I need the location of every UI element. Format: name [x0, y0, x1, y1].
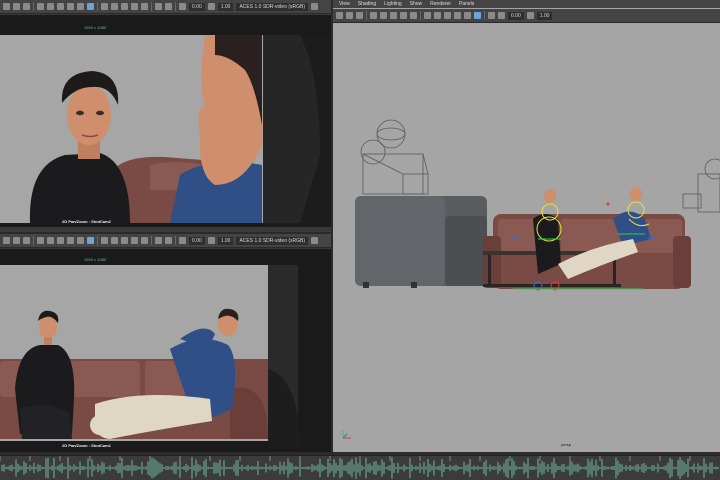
field-chart-icon[interactable]	[87, 3, 94, 10]
gamma-field[interactable]: 1.00	[217, 2, 234, 11]
gate-mask-icon[interactable]	[77, 3, 84, 10]
wireframe-icon[interactable]	[101, 237, 108, 244]
shadows-icon[interactable]	[141, 237, 148, 244]
lights-icon[interactable]	[454, 12, 461, 19]
menu-show[interactable]: Show	[410, 1, 423, 7]
resolution-gate-label: 1920 x 1080	[84, 25, 107, 30]
menu-renderer[interactable]: Renderer	[430, 1, 451, 7]
exposure-icon[interactable]	[179, 3, 186, 10]
select-camera-icon[interactable]	[3, 3, 10, 10]
viewport-panel-shotcam2[interactable]: 0.00 1.00 ACES 1.0 SDR-video (sRGB) 1920…	[0, 0, 331, 232]
audio-waveform	[0, 456, 719, 479]
isolate-icon[interactable]	[165, 237, 172, 244]
persp-viewport[interactable]: persp	[333, 24, 720, 452]
shotcam2-render	[0, 15, 331, 227]
resolution-gate-icon[interactable]	[67, 3, 74, 10]
isolate-icon[interactable]	[488, 12, 495, 19]
xray-icon[interactable]	[155, 237, 162, 244]
exposure-icon[interactable]	[498, 12, 505, 19]
gamma-icon[interactable]	[526, 12, 534, 19]
grid-icon[interactable]	[47, 237, 54, 244]
xray-joints-icon[interactable]	[474, 12, 481, 19]
shotcam1-render	[0, 249, 331, 452]
shadows-icon[interactable]	[464, 12, 471, 19]
textured-icon[interactable]	[444, 12, 451, 19]
camera-attributes-icon[interactable]	[13, 3, 20, 10]
camera-attributes-icon[interactable]	[13, 237, 20, 244]
viewport-panel-persp[interactable]: View Shading Lighting Show Renderer Pane…	[333, 0, 720, 452]
resolution-gate-icon[interactable]	[67, 237, 74, 244]
grid-icon[interactable]	[380, 12, 387, 19]
camera-name-label: persp	[561, 442, 572, 447]
camera-wireframe-icon	[682, 158, 720, 213]
wireframe-icon[interactable]	[101, 3, 108, 10]
film-gate-icon[interactable]	[57, 237, 64, 244]
camera-name-label: 2D Pan/Zoom : ShotCam1	[62, 443, 111, 448]
exposure-icon[interactable]	[179, 237, 186, 244]
select-camera-icon[interactable]	[3, 237, 10, 244]
bookmark-icon[interactable]	[356, 12, 363, 19]
film-gate-icon[interactable]	[57, 3, 64, 10]
textured-icon[interactable]	[121, 237, 128, 244]
panel-toolbar: 0.00 1.00	[333, 9, 720, 23]
panel-toolbar: 0.00 1.00 ACES 1.0 SDR-video (sRGB)	[0, 234, 331, 248]
lights-icon[interactable]	[131, 237, 138, 244]
persp-render	[342, 119, 720, 439]
panel-toolbar: 0.00 1.00 ACES 1.0 SDR-video (sRGB)	[0, 0, 331, 14]
smooth-shade-icon[interactable]	[111, 3, 118, 10]
menu-shading[interactable]: Shading	[358, 1, 376, 7]
colorspace-select[interactable]: ACES 1.0 SDR-video (sRGB)	[236, 236, 309, 245]
viewport-panel-shotcam1[interactable]: 0.00 1.00 ACES 1.0 SDR-video (sRGB) 1920…	[0, 234, 331, 452]
wireframe-icon[interactable]	[424, 12, 431, 19]
bookmark-icon[interactable]	[23, 237, 30, 244]
resolution-gate-label: 1920 x 1080	[84, 257, 107, 262]
exposure-field[interactable]: 0.00	[189, 236, 205, 245]
shotcam1-viewport[interactable]: 1920 x 1080 2D Pan/Zoom : ShotCam1	[0, 249, 331, 452]
smooth-shade-icon[interactable]	[434, 12, 441, 19]
axis-gizmo-icon	[342, 430, 351, 439]
panel-layout-icon[interactable]	[311, 3, 319, 10]
field-chart-icon[interactable]	[87, 237, 94, 244]
gamma-icon[interactable]	[207, 237, 215, 244]
textured-icon[interactable]	[121, 3, 128, 10]
camera-wireframe-icon	[360, 119, 429, 195]
gamma-icon[interactable]	[207, 3, 215, 10]
menu-panels[interactable]: Panels	[459, 1, 474, 7]
xray-icon[interactable]	[155, 3, 162, 10]
shotcam2-viewport[interactable]: 1920 x 1080 2D Pan/Zoom : ShotCam2	[0, 15, 331, 227]
bookmark-icon[interactable]	[23, 3, 30, 10]
gamma-field[interactable]: 1.00	[217, 236, 234, 245]
camera-attributes-icon[interactable]	[346, 12, 353, 19]
gate-mask-icon[interactable]	[77, 237, 84, 244]
resolution-gate-icon[interactable]	[400, 12, 407, 19]
image-plane-icon[interactable]	[37, 3, 44, 10]
camera-name-label: 2D Pan/Zoom : ShotCam2	[62, 219, 111, 224]
timeline-waveform[interactable]	[0, 455, 720, 480]
image-plane-icon[interactable]	[370, 12, 377, 19]
image-plane-icon[interactable]	[37, 237, 44, 244]
gamma-field[interactable]: 1.00	[536, 11, 553, 20]
menu-lighting[interactable]: Lighting	[384, 1, 402, 7]
isolate-icon[interactable]	[165, 3, 172, 10]
lights-icon[interactable]	[131, 3, 138, 10]
shadows-icon[interactable]	[141, 3, 148, 10]
colorspace-select[interactable]: ACES 1.0 SDR-video (sRGB)	[236, 2, 309, 11]
smooth-shade-icon[interactable]	[111, 237, 118, 244]
panel-layout-icon[interactable]	[311, 237, 319, 244]
panel-menubar: View Shading Lighting Show Renderer Pane…	[333, 0, 720, 8]
grid-icon[interactable]	[47, 3, 54, 10]
menu-view[interactable]: View	[339, 1, 350, 7]
select-camera-icon[interactable]	[336, 12, 343, 19]
gate-mask-icon[interactable]	[410, 12, 417, 19]
exposure-field[interactable]: 0.00	[508, 11, 524, 20]
film-gate-icon[interactable]	[390, 12, 397, 19]
exposure-field[interactable]: 0.00	[189, 2, 205, 11]
